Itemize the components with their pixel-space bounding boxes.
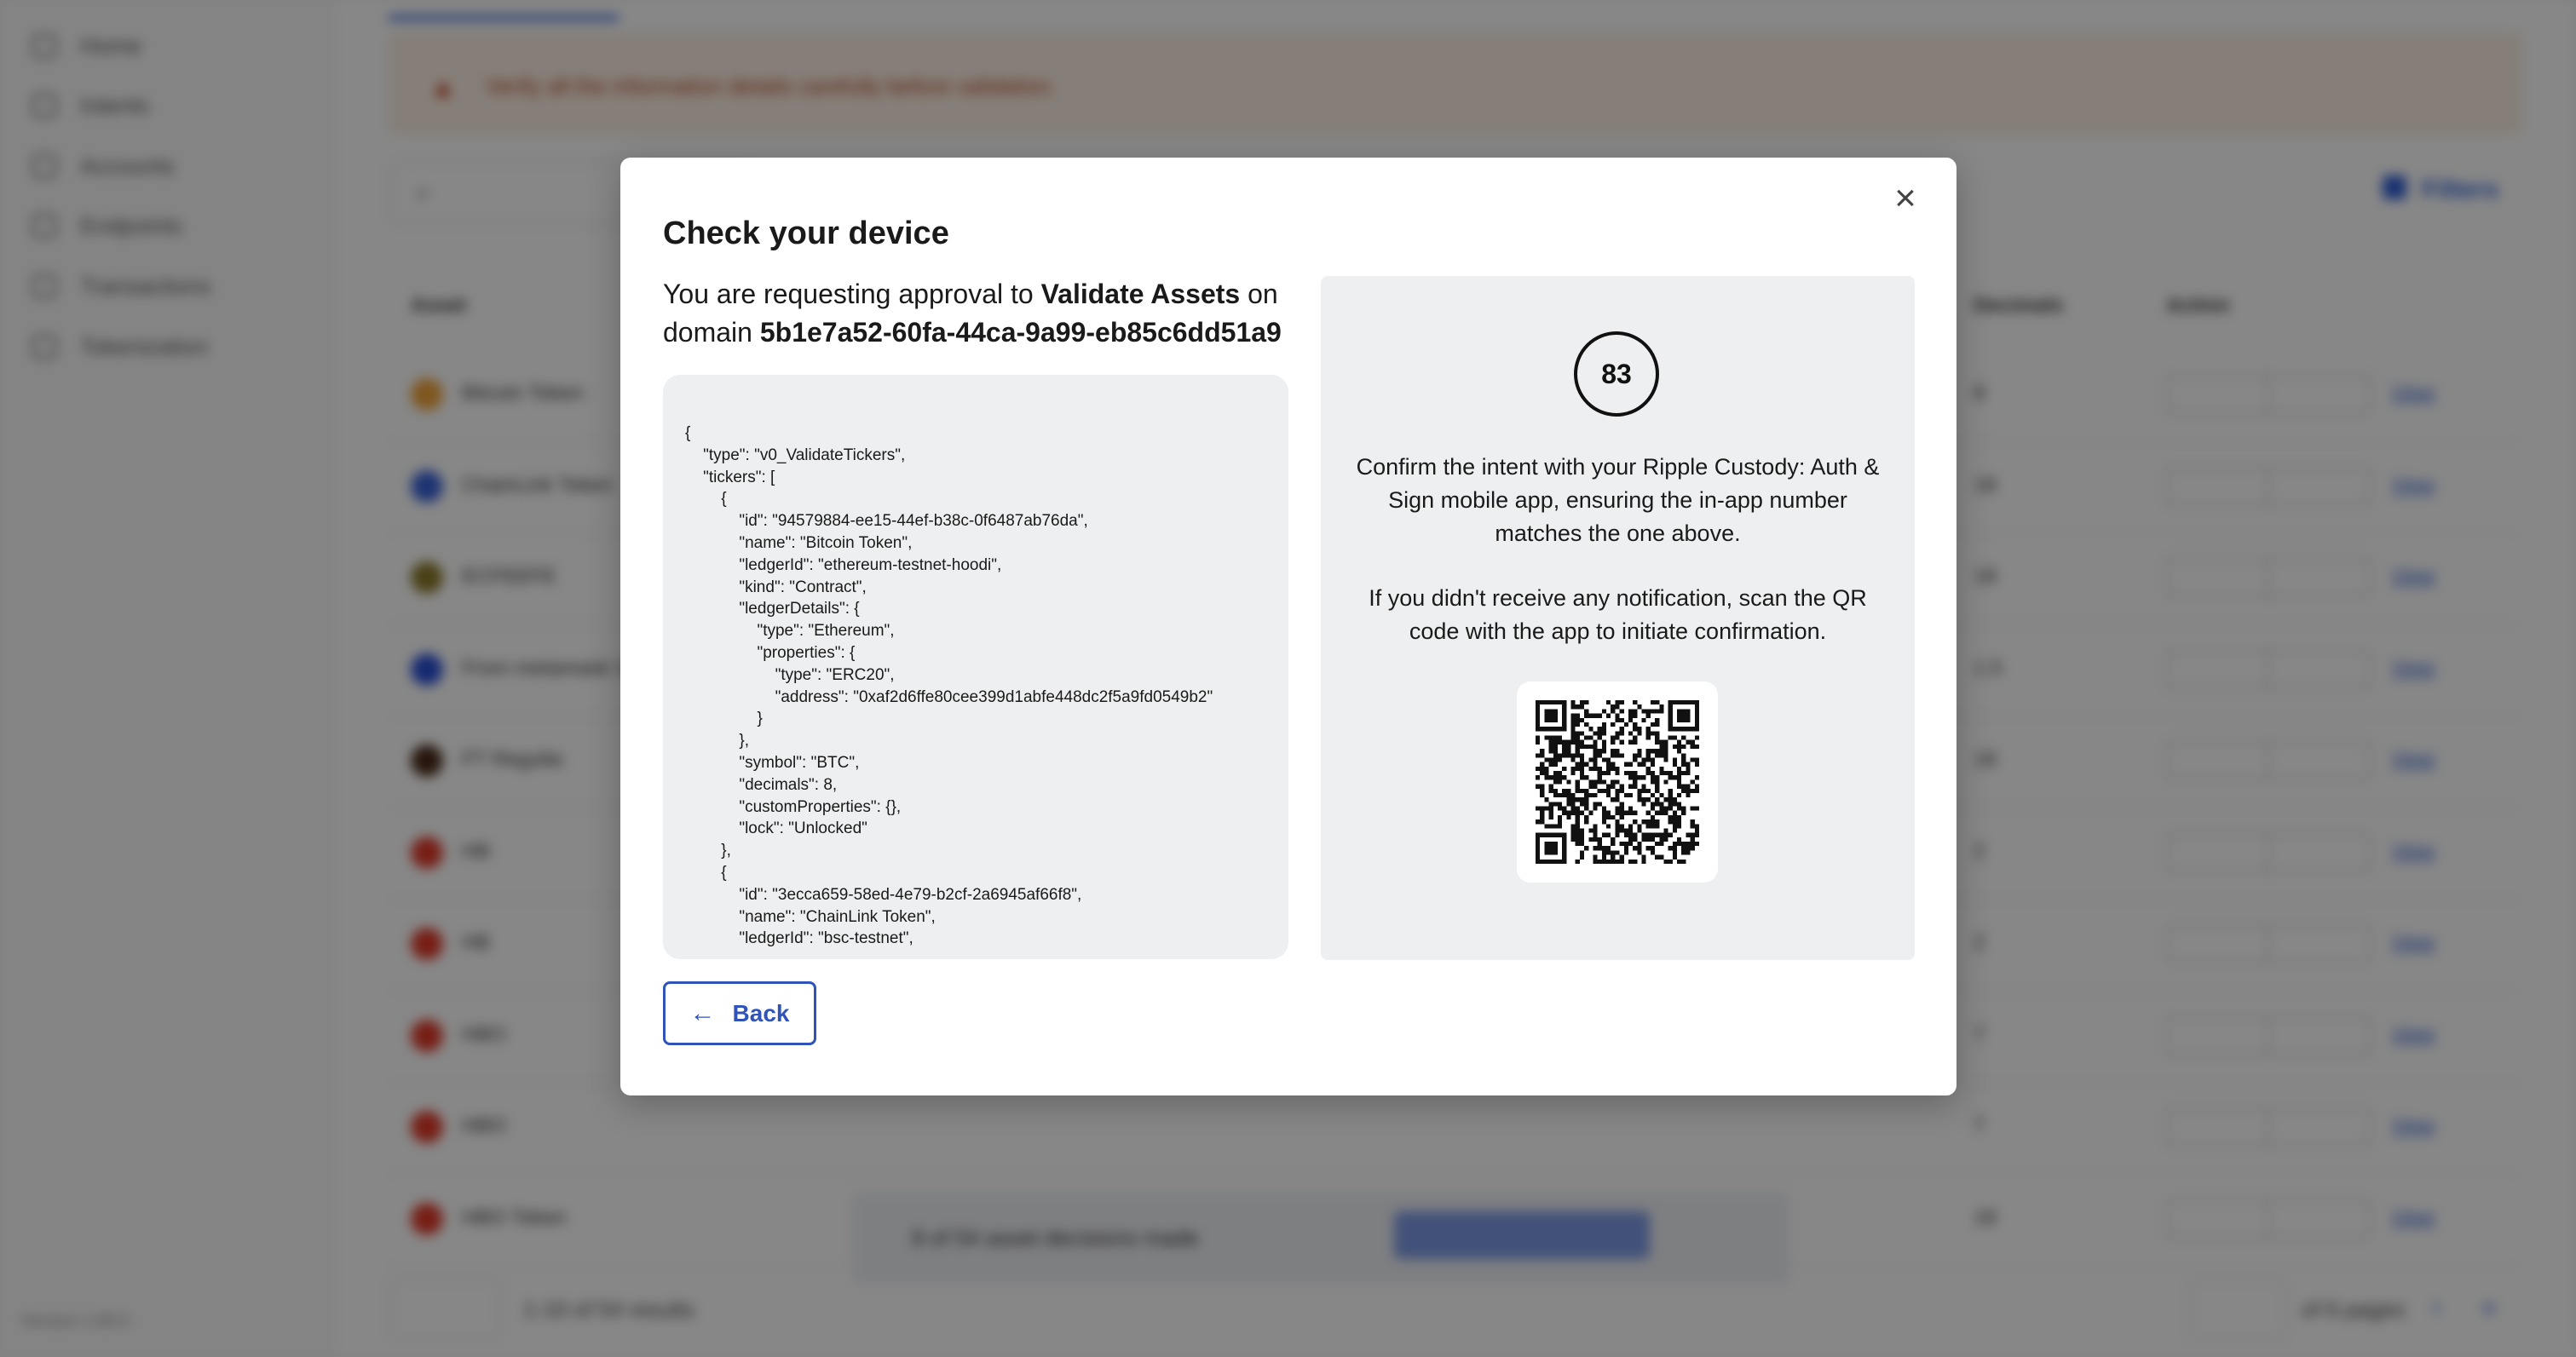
intent-number: 83 — [1601, 358, 1632, 389]
intent-number-badge: 83 — [1574, 331, 1659, 417]
back-label: Back — [732, 999, 790, 1026]
intent-payload-panel[interactable]: { "type": "v0_ValidateTickers", "tickers… — [663, 375, 1288, 959]
arrow-left-icon: ← — [689, 998, 716, 1027]
back-button[interactable]: ← Back — [663, 981, 816, 1045]
requested-action: Validate Assets — [1040, 279, 1241, 309]
confirm-instructions: Confirm the intent with your Ripple Cust… — [1356, 454, 1880, 546]
check-device-modal: × Check your device You are requesting a… — [620, 158, 1956, 1095]
domain-id: 5b1e7a52-60fa-44ca-9a99-eb85c6dd51a9 — [759, 317, 1282, 348]
modal-title: Check your device — [663, 216, 949, 251]
approval-request-text: You are requesting approval to Validate … — [663, 275, 1294, 352]
qr-code-icon — [1536, 700, 1699, 864]
device-confirmation-panel: 83 Confirm the intent with your Ripple C… — [1321, 276, 1915, 960]
request-prefix: You are requesting approval to — [663, 279, 1041, 309]
qr-code-card — [1517, 681, 1718, 883]
scan-instructions: If you didn't receive any notification, … — [1369, 585, 1867, 644]
intent-payload-json: { "type": "v0_ValidateTickers", "tickers… — [685, 424, 1213, 948]
close-icon[interactable]: × — [1883, 176, 1928, 221]
